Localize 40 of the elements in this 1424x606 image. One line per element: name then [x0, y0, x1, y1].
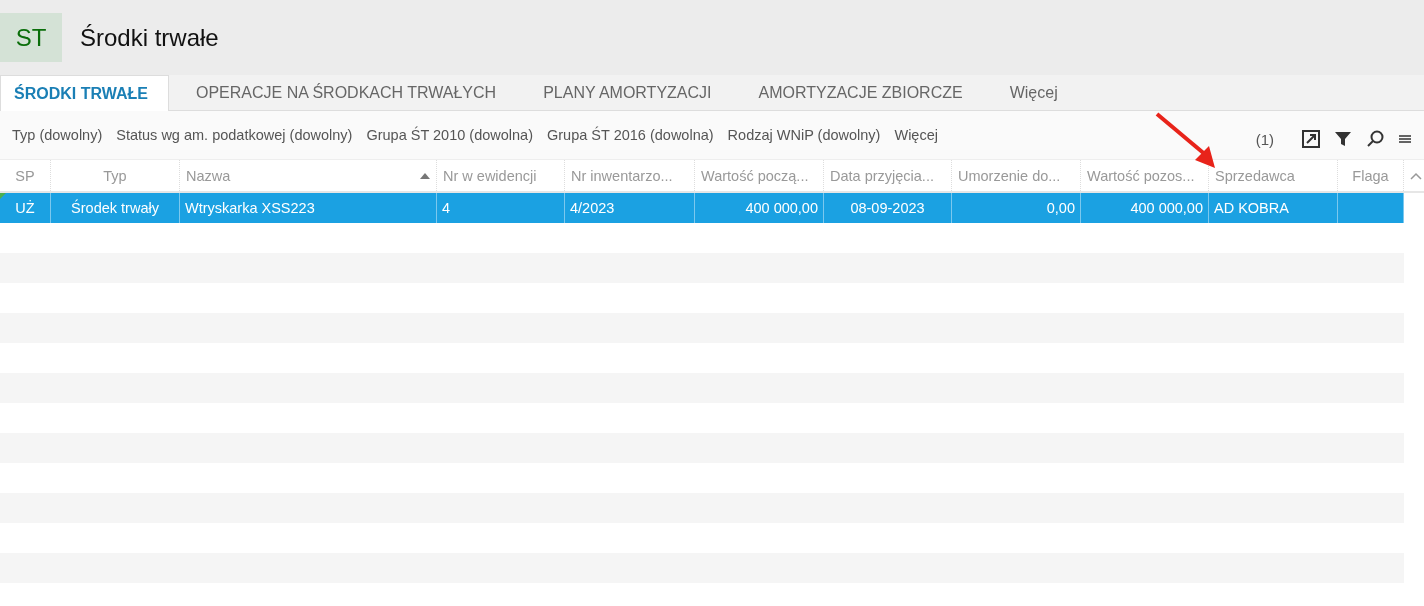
column-header[interactable]: Typ [51, 160, 180, 191]
filter-link[interactable]: Więcej [888, 127, 944, 143]
column-header[interactable]: Umorzenie do... [952, 160, 1081, 191]
column-header[interactable]: Wartość począ... [695, 160, 824, 191]
table-cell: 4 [442, 200, 451, 216]
table-cell: 400 000,00 [745, 200, 818, 216]
menu-icon[interactable] [1398, 133, 1412, 145]
column-header[interactable]: Nr w ewidencji [437, 160, 565, 191]
corner-marker-icon [0, 193, 6, 199]
column-header[interactable]: Flaga [1338, 160, 1404, 191]
tab[interactable]: ŚRODKI TRWAŁE [0, 75, 169, 111]
table-cell: 08-09-2023 [850, 200, 925, 216]
tab[interactable]: PLANY AMORTYZACJI [530, 75, 732, 110]
export-icon[interactable] [1302, 130, 1320, 148]
column-header[interactable]: Data przyjęcia... [824, 160, 952, 191]
filter-icon[interactable] [1334, 130, 1352, 148]
page-title: Środki trwałe [80, 23, 219, 53]
filter-link[interactable]: Status wg am. podatkowej (dowolny) [110, 127, 359, 143]
search-icon[interactable] [1366, 130, 1384, 148]
filter-link[interactable]: Typ (dowolny) [6, 127, 109, 143]
tab[interactable]: Więcej [996, 75, 1078, 110]
record-count: (1) [1255, 130, 1274, 148]
column-header[interactable]: Nr inwentarzo... [565, 160, 695, 191]
table-cell: UŻ [15, 200, 35, 216]
column-header[interactable]: SP [0, 160, 51, 191]
module-badge: ST [0, 13, 62, 62]
filter-link[interactable]: Grupa ŚT 2010 (dowolna) [360, 127, 539, 143]
table-cell: 4/2023 [570, 200, 615, 216]
filter-link[interactable]: Rodzaj WNiP (dowolny) [721, 127, 887, 143]
table-cell: 0,00 [1046, 200, 1075, 216]
column-header[interactable]: Nazwa [180, 160, 437, 191]
table-cell: Wtryskarka XSS223 [185, 200, 315, 216]
table-row[interactable]: UŻ Środek trwały Wtryskarka XSS223 4 4/2023 400 000,00 08-09-2023 0,00 400 000,00 AD KOBRA [0, 193, 1404, 223]
table-cell: AD KOBRA [1214, 200, 1289, 216]
table-cell: Środek trwały [71, 200, 159, 216]
tab[interactable]: AMORTYZACJE ZBIORCZE [745, 75, 983, 110]
table-cell: 400 000,00 [1130, 200, 1203, 216]
scroll-up-icon[interactable] [1410, 171, 1422, 180]
tab[interactable]: OPERACJE NA ŚRODKACH TRWAŁYCH [182, 75, 517, 110]
filter-link[interactable]: Grupa ŚT 2016 (dowolna) [541, 127, 720, 143]
